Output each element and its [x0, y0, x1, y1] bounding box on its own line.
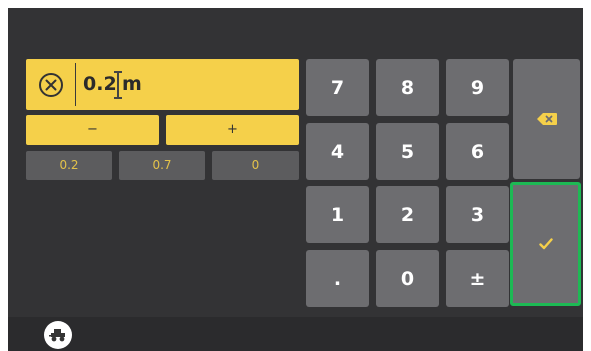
backspace-button[interactable] — [513, 59, 580, 179]
key-5[interactable]: 5 — [376, 123, 439, 180]
vehicle-button[interactable] — [44, 321, 72, 349]
confirm-button[interactable] — [510, 182, 581, 306]
key-2[interactable]: 2 — [376, 186, 439, 243]
preset-value-button[interactable]: 0.2 — [26, 151, 112, 180]
tractor-icon — [49, 329, 65, 342]
key-8[interactable]: 8 — [376, 59, 439, 116]
input-value: 0.2 — [83, 73, 117, 95]
field-divider — [75, 63, 76, 106]
key-9[interactable]: 9 — [446, 59, 509, 116]
checkmark-icon — [538, 238, 553, 250]
clear-circle-x-icon — [38, 72, 63, 97]
key-plus-minus[interactable]: ± — [446, 250, 509, 307]
preset-value-button[interactable]: 0 — [212, 151, 299, 180]
increment-button[interactable]: + — [166, 115, 299, 145]
input-unit: m — [122, 73, 142, 95]
decrement-button[interactable]: − — [26, 115, 159, 145]
preset-value-button[interactable]: 0.7 — [119, 151, 205, 180]
clear-button[interactable] — [26, 59, 75, 110]
key-4[interactable]: 4 — [306, 123, 369, 180]
text-cursor — [114, 71, 122, 99]
key-decimal[interactable]: . — [306, 250, 369, 307]
key-3[interactable]: 3 — [446, 186, 509, 243]
key-6[interactable]: 6 — [446, 123, 509, 180]
backspace-icon — [536, 113, 557, 125]
key-7[interactable]: 7 — [306, 59, 369, 116]
key-0[interactable]: 0 — [376, 250, 439, 307]
status-bar — [8, 317, 583, 351]
key-1[interactable]: 1 — [306, 186, 369, 243]
